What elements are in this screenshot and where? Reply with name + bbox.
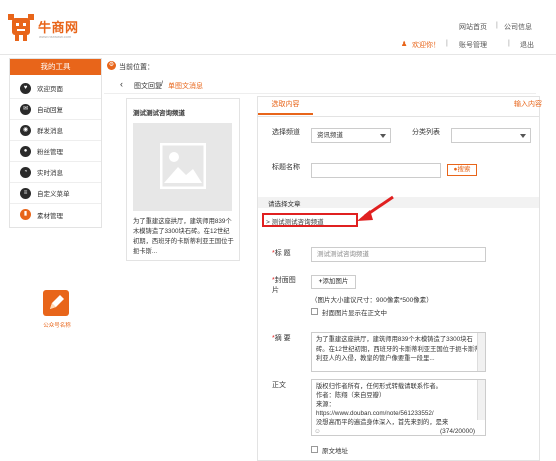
pencil-icon: [43, 290, 69, 316]
sidebar-item-welcome[interactable]: ♥ 欢迎页面: [10, 78, 101, 99]
back-chevron-icon[interactable]: ‹: [120, 79, 123, 89]
add-image-button[interactable]: +添加图片: [311, 275, 356, 289]
image-placeholder: [133, 123, 232, 211]
channel-label: 选择频道: [272, 129, 300, 136]
cover-label-text: 封面图片: [272, 277, 296, 294]
channel-select-value: 资讯频道: [317, 132, 343, 139]
sidebar: 我的工具 ♥ 欢迎页面 ✉ 自动回复 ◉ 群发消息 ● 粉丝管理 ◔ 实时消息 …: [9, 58, 102, 228]
sidebar-title: 我的工具: [10, 59, 101, 75]
breadcrumb: ⚙ 当前位置：: [104, 58, 556, 75]
breadcrumb-current: 单图文消息: [168, 83, 203, 90]
sidebar-item-label: 自动回复: [37, 107, 63, 114]
user-icon: ♟: [401, 41, 408, 48]
sidebar-item-custom-menu[interactable]: ≡ 自定义菜单: [10, 183, 101, 204]
body-line: 来源：: [316, 401, 335, 408]
breadcrumb-label: 当前位置：: [119, 64, 154, 71]
sidebar-item-label: 欢迎页面: [37, 86, 63, 93]
selected-article[interactable]: > 测试测试咨询频道: [266, 216, 324, 226]
input-content-link[interactable]: 输入内容: [514, 99, 542, 109]
separator: |: [496, 22, 498, 29]
field-title-label: *标 题: [272, 249, 291, 259]
field-title-input[interactable]: 测试测试咨询频道: [311, 247, 486, 262]
account-manage-link[interactable]: 账号管理: [459, 40, 487, 50]
user-icon: ●: [20, 146, 31, 157]
picture-icon: [160, 143, 206, 189]
title-search-label: 标题名称: [272, 164, 300, 171]
cover-show-checkbox[interactable]: [311, 308, 318, 315]
search-button-label: 搜索: [457, 166, 471, 173]
article-preview-card[interactable]: 测试测试咨询频道 为了重建这座拱厅，建筑师用839个木模铸造了3300块石砖。在…: [126, 98, 240, 261]
body-line: 版权归作者所有，任何形式转载请联系作者。: [316, 383, 442, 390]
abstract-text: 为了重建这座拱厅，建筑师用839个木模铸造了3300块石砖。在12世纪初期，西班…: [316, 336, 481, 362]
body-line: 作者：陈翔（来自豆瓣）: [316, 392, 386, 399]
body-label: 正文: [272, 382, 286, 389]
title-search-input[interactable]: [311, 163, 441, 178]
sub-breadcrumb: ‹ 图文回复 / 单图文消息: [104, 77, 536, 94]
sidebar-item-fans[interactable]: ● 粉丝管理: [10, 141, 101, 162]
material-icon: ▮: [20, 209, 31, 220]
sidebar-item-label: 自定义菜单: [37, 191, 70, 198]
cover-show-label: 封面图片显示在正文中: [322, 310, 387, 317]
article-title: 测试测试咨询频道: [133, 110, 185, 117]
official-account-tile[interactable]: 公众号名称: [40, 290, 72, 330]
annotation-arrow-icon: [357, 195, 394, 221]
sidebar-item-label: 素材管理: [37, 212, 63, 220]
top-header: 牛商网 www.nsrwww.com 网站首页 | 公司信息 ♟ 欢迎你！ | …: [0, 0, 556, 55]
char-counter: (374/20000): [440, 428, 476, 435]
channel-select[interactable]: 资讯频道: [311, 128, 391, 143]
emoji-icon[interactable]: ☺: [314, 428, 321, 435]
logo-subtext: www.nsrwww.com: [39, 34, 72, 39]
sidebar-item-auto-reply[interactable]: ✉ 自动回复: [10, 99, 101, 120]
welcome-text: 欢迎你！: [412, 42, 440, 49]
logo-mascot-icon: [8, 14, 34, 41]
source-url-checkbox[interactable]: [311, 446, 318, 453]
cover-label: *封面图片: [272, 276, 302, 296]
section-label: 请选择文章: [268, 201, 301, 208]
body-line: 没想高而平的遍造身体深入，首先来到的，是来: [316, 419, 449, 426]
sidebar-item-broadcast[interactable]: ◉ 群发消息: [10, 120, 101, 141]
broadcast-icon: ◉: [20, 125, 31, 136]
abstract-label-text: 摘 要: [274, 335, 291, 342]
search-button[interactable]: ●搜索: [447, 164, 477, 176]
divider: [258, 116, 539, 117]
abstract-textarea[interactable]: 为了重建这座拱厅，建筑师用839个木模铸造了3300块石砖。在12世纪初期，西班…: [311, 332, 486, 372]
chevron-down-icon: [380, 134, 386, 138]
abstract-label: *摘 要: [272, 334, 291, 344]
source-url-label: 原文地址: [322, 448, 348, 455]
sidebar-item-label: 粉丝管理: [37, 149, 63, 156]
sidebar-item-realtime[interactable]: ◔ 实时消息: [10, 162, 101, 183]
category-label: 分类列表: [412, 129, 440, 136]
clock-icon: ◔: [20, 167, 31, 178]
scrollbar[interactable]: [477, 380, 485, 420]
location-icon: ⚙: [107, 61, 116, 70]
separator: |: [446, 40, 448, 47]
sidebar-item-label: 群发消息: [37, 128, 63, 135]
separator: |: [508, 40, 510, 47]
menu-icon: ≡: [20, 188, 31, 199]
cover-size-hint: （图片大小建议尺寸：900像素*500像素）: [311, 297, 433, 304]
company-info-link[interactable]: 公司信息: [504, 22, 532, 32]
sidebar-item-material[interactable]: ▮ 素材管理: [10, 204, 101, 225]
sidebar-item-label: 实时消息: [37, 170, 63, 177]
chevron-down-icon: [520, 134, 526, 138]
field-title-label-text: 标 题: [274, 250, 291, 257]
section-header: 请选择文章: [258, 197, 539, 208]
heart-icon: ♥: [20, 83, 31, 94]
breadcrumb-root[interactable]: 图文回复: [134, 81, 162, 91]
body-line: https://www.douban.com/note/561233552/: [316, 410, 434, 417]
tab-select-content[interactable]: 选取内容: [258, 97, 313, 115]
site-home-link[interactable]: 网站首页: [459, 22, 487, 32]
official-account-name: 公众号名称: [43, 323, 71, 329]
category-select[interactable]: [451, 128, 531, 143]
breadcrumb-sep: /: [161, 81, 163, 88]
chat-icon: ✉: [20, 104, 31, 115]
scrollbar[interactable]: [477, 333, 485, 371]
article-excerpt: 为了重建这座拱厅，建筑师用839个木模铸造了3300块石砖。在12世纪初期，西班…: [133, 218, 234, 255]
logout-link[interactable]: 退出: [520, 40, 534, 50]
add-image-label: 添加图片: [322, 278, 349, 285]
